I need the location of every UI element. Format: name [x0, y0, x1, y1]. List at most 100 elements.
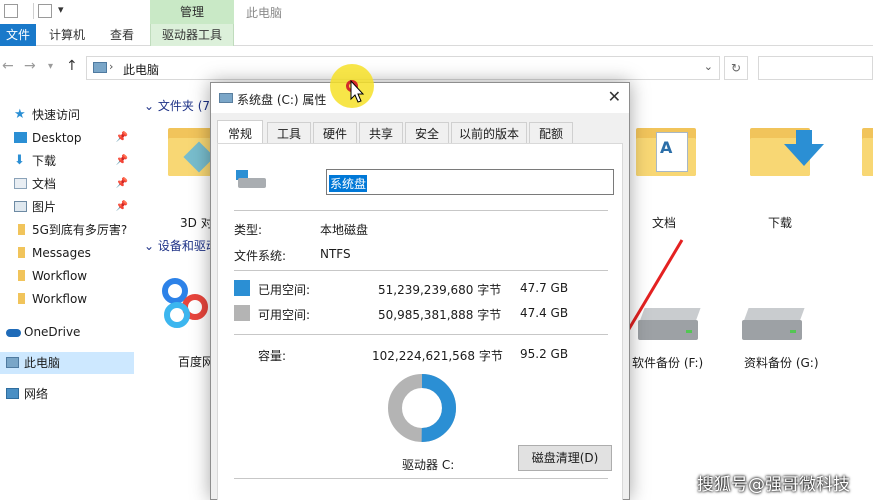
tab-previous-versions[interactable]: 以前的版本	[451, 122, 527, 144]
customize-toolbar-icon[interactable]: ▾	[58, 3, 64, 16]
network-icon	[6, 388, 19, 399]
pin-icon[interactable]: 📌	[116, 150, 128, 172]
navigation-pane: ★ 快速访问 Desktop 📌 ⬇ 下载 📌 文档 📌 图片 📌 5G到底有多…	[0, 95, 134, 500]
nav-item-network[interactable]: 网络	[0, 383, 134, 405]
capacity-label: 容量:	[258, 349, 287, 363]
nav-item-label: 网络	[24, 387, 49, 401]
nav-item-label: Messages	[32, 246, 91, 260]
pin-icon[interactable]: 📌	[116, 196, 128, 218]
nav-item-folder[interactable]: Messages	[0, 242, 134, 264]
pin-icon[interactable]: 📌	[116, 173, 128, 195]
nav-item-quick-access[interactable]: ★ 快速访问	[0, 104, 134, 126]
free-space-label: 可用空间:	[258, 308, 311, 322]
star-icon: ★	[14, 107, 26, 122]
dialog-title: 系统盘 (C:) 属性	[237, 93, 327, 107]
filesystem-value: NTFS	[320, 247, 351, 261]
forward-icon[interactable]: →	[24, 58, 36, 74]
address-bar[interactable]: › 此电脑 ⌄	[86, 56, 720, 80]
free-space-swatch	[234, 305, 250, 321]
device-label[interactable]: 百度网	[178, 353, 214, 370]
filesystem-label: 文件系统:	[234, 249, 287, 263]
tab-view[interactable]: 查看	[100, 24, 144, 46]
up-icon[interactable]: ↑	[66, 58, 78, 74]
type-value: 本地磁盘	[320, 223, 369, 237]
documents-folder-icon[interactable]: A	[636, 128, 696, 176]
folder-icon[interactable]	[862, 128, 873, 176]
nav-item-downloads[interactable]: ⬇ 下载 📌	[0, 150, 134, 172]
downloads-folder-icon[interactable]	[750, 128, 824, 176]
nav-item-pictures[interactable]: 图片 📌	[0, 196, 134, 218]
folder-label[interactable]: 文档	[652, 214, 676, 231]
tab-general[interactable]: 常规	[217, 120, 263, 145]
tab-security[interactable]: 安全	[405, 122, 449, 144]
nav-item-desktop[interactable]: Desktop 📌	[0, 127, 134, 149]
refresh-icon[interactable]: ↻	[724, 56, 748, 80]
drive-icon	[236, 170, 268, 188]
drive-icon[interactable]	[742, 308, 806, 342]
nav-item-folder[interactable]: Workflow	[0, 288, 134, 310]
free-space-gb: 47.4 GB	[520, 306, 569, 320]
chevron-down-icon[interactable]: ⌄	[704, 60, 713, 73]
tab-drive-tools[interactable]: 驱动器工具	[150, 24, 234, 46]
tab-hardware[interactable]: 硬件	[313, 122, 357, 144]
used-space-swatch	[234, 280, 250, 296]
document-icon	[14, 178, 27, 189]
volume-name-value: 系统盘	[329, 175, 368, 192]
nav-item-label: 快速访问	[32, 108, 81, 122]
tab-file[interactable]: 文件	[0, 24, 36, 46]
volume-name-input[interactable]: 系统盘	[326, 169, 614, 195]
chevron-down-icon: ⌄	[144, 239, 158, 253]
divider	[234, 334, 608, 335]
tab-computer[interactable]: 计算机	[42, 24, 92, 46]
address-path: 此电脑	[123, 63, 160, 77]
quick-access-toolbar: ▾	[0, 0, 150, 24]
tab-sharing[interactable]: 共享	[359, 122, 403, 144]
pin-icon[interactable]: 📌	[116, 127, 128, 149]
close-icon[interactable]: ✕	[608, 87, 621, 106]
new-folder-icon[interactable]	[38, 4, 52, 18]
recent-locations-icon[interactable]: ▾	[48, 61, 53, 72]
nav-item-label: 5G到底有多厉害?	[32, 223, 128, 237]
general-tab-panel: 系统盘 类型: 本地磁盘 文件系统: NTFS 已用空间: 51,239,239…	[217, 143, 623, 500]
watermark-text: 搜狐号@强哥微科技	[697, 475, 850, 495]
cursor-icon	[350, 80, 365, 103]
chevron-down-icon: ⌄	[144, 99, 158, 113]
ribbon-tabs: 文件 计算机 查看 驱动器工具	[0, 24, 873, 46]
computer-icon	[6, 357, 19, 368]
capacity-bytes: 102,224,621,568 字节	[372, 349, 503, 363]
toolbar-divider	[33, 3, 34, 19]
free-space-bytes: 50,985,381,888 字节	[378, 308, 502, 322]
used-space-bytes: 51,239,239,680 字节	[378, 283, 502, 297]
nav-item-label: 图片	[32, 200, 57, 214]
window-title: 此电脑	[246, 6, 283, 20]
baidu-netdisk-icon[interactable]	[156, 262, 216, 342]
usage-donut-chart	[388, 374, 456, 442]
nav-item-folder[interactable]: 5G到底有多厉害?	[0, 219, 134, 241]
picture-icon	[14, 201, 27, 212]
used-space-gb: 47.7 GB	[520, 281, 569, 295]
capacity-gb: 95.2 GB	[520, 347, 569, 361]
dialog-titlebar[interactable]: 系统盘 (C:) 属性 ✕	[211, 83, 629, 113]
computer-icon	[93, 62, 107, 73]
nav-item-label: 此电脑	[24, 356, 61, 370]
nav-item-documents[interactable]: 文档 📌	[0, 173, 134, 195]
nav-item-this-pc[interactable]: 此电脑	[0, 352, 134, 374]
nav-item-label: 文档	[32, 177, 57, 191]
nav-item-onedrive[interactable]: OneDrive	[0, 321, 134, 343]
folder-icon	[18, 224, 25, 235]
tab-quota[interactable]: 配额	[529, 122, 573, 144]
chevron-right-icon: ›	[109, 60, 114, 73]
folders-group-header[interactable]: ⌄ 文件夹 (7)	[144, 97, 215, 114]
nav-item-folder[interactable]: Workflow	[0, 265, 134, 287]
nav-item-label: Workflow	[32, 292, 88, 306]
device-label[interactable]: 资料备份 (G:)	[744, 354, 819, 371]
tab-tools[interactable]: 工具	[267, 122, 311, 144]
properties-icon[interactable]	[4, 4, 18, 18]
back-icon[interactable]: ←	[2, 58, 14, 74]
folder-label[interactable]: 3D 对	[180, 214, 213, 231]
search-input[interactable]	[758, 56, 873, 80]
disk-cleanup-button[interactable]: 磁盘清理(D)	[518, 445, 612, 471]
nav-item-label: 下载	[32, 154, 57, 168]
type-label: 类型:	[234, 223, 263, 237]
folder-label[interactable]: 下载	[768, 214, 792, 231]
